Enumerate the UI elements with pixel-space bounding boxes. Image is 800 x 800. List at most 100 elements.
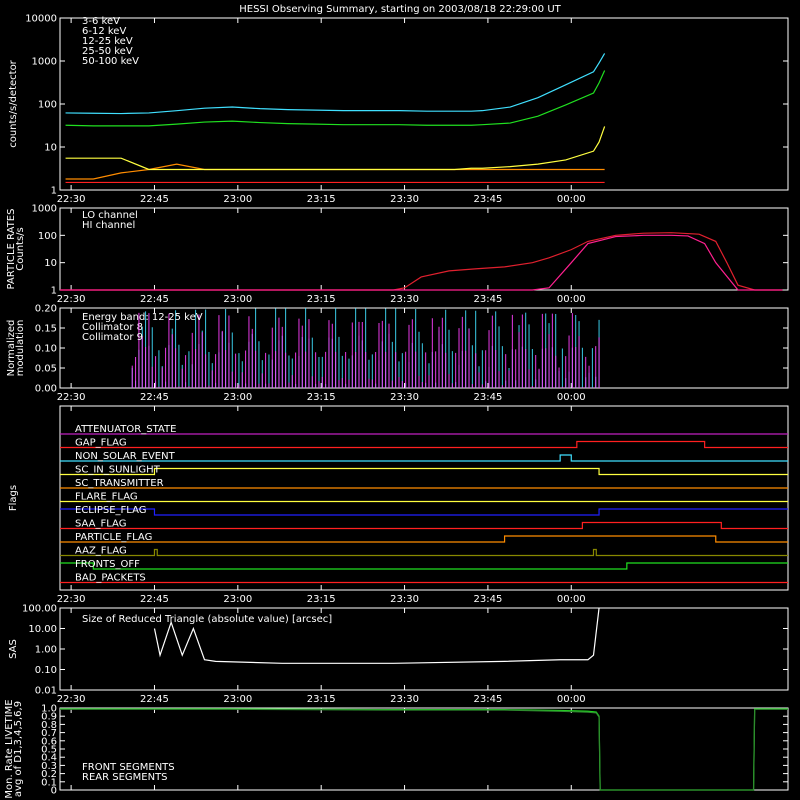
flag-sc-in-sunlight xyxy=(60,467,788,476)
counts-xtick-label: 23:30 xyxy=(390,194,419,205)
sas-xtick-label: 22:45 xyxy=(140,694,169,705)
flag-label-gap-flag: GAP_FLAG xyxy=(75,438,127,449)
flag-gap-flag xyxy=(60,440,788,449)
flag-label-eclipse-flag: ECLIPSE_FLAG xyxy=(75,505,146,516)
particle-xtick-label: 00:00 xyxy=(557,294,586,305)
flag-label-bad-packets: BAD_PACKETS xyxy=(75,573,146,584)
flag-label-fronts-off: FRONTS_OFF xyxy=(75,559,140,570)
modulation-ytick-label: 0.10 xyxy=(35,344,57,355)
flag-label-flare-flag: FLARE_FLAG xyxy=(75,492,138,503)
particle-frame xyxy=(59,207,789,291)
sas-ylabel: SAS xyxy=(8,639,19,659)
flags-ylabel: Flags xyxy=(8,485,19,511)
counts-ytick-label: 10000 xyxy=(25,14,57,25)
modulation-xtick-label: 00:00 xyxy=(557,392,586,403)
flag-label-non-solar-event: NON_SOLAR_EVENT xyxy=(75,451,176,462)
flag-fronts-off xyxy=(60,562,788,570)
flags-xtick-label: 23:15 xyxy=(307,594,336,605)
panel-counts: 11010010001000022:30 22:45 23:00 23:15 23:30… xyxy=(8,14,789,205)
sas-xtick-label: 23:15 xyxy=(307,694,336,705)
flags-xtick-label: 23:30 xyxy=(390,594,419,605)
legend-REAR-SEGMENTS: REAR SEGMENTS xyxy=(82,772,168,783)
livetime-ylabel: avg of D1,3,4,5,6,9 xyxy=(13,701,24,797)
series-25-50-keV xyxy=(65,70,606,127)
counts-xtick-label: 22:45 xyxy=(140,194,169,205)
particle-xtick-label: 23:00 xyxy=(223,294,252,305)
flag-saa-flag xyxy=(60,521,788,530)
counts-ylabel: counts/s/detector xyxy=(8,59,19,147)
particle-ytick-label: 1000 xyxy=(32,204,57,215)
series-50-100-keV xyxy=(65,53,606,115)
sas-ytick-label: 10.00 xyxy=(28,624,57,635)
flag-label-saa-flag: SAA_FLAG xyxy=(75,519,126,530)
modulation-ytick-label: 0.15 xyxy=(35,324,57,335)
counts-frame xyxy=(59,17,789,191)
series-12-25-keV xyxy=(65,126,606,171)
flag-label-particle-flag: PARTICLE_FLAG xyxy=(75,532,152,543)
figure-title: HESSI Observing Summary, starting on 200… xyxy=(239,4,561,15)
flags-xtick-label: 23:45 xyxy=(473,594,502,605)
counts-xtick-label: 23:45 xyxy=(473,194,502,205)
sas-annotation: Size of Reduced Triangle (absolute value… xyxy=(82,614,332,625)
flag-particle-flag xyxy=(60,535,788,543)
counts-xtick-label: 22:30 xyxy=(57,194,86,205)
panel-particle: 110100100022:30 22:45 23:00 23:15 23:30 23:45… xyxy=(6,204,789,305)
modulation-xtick-label: 23:45 xyxy=(473,392,502,403)
series-6-12-keV xyxy=(65,163,605,180)
flags-xtick-label: 23:00 xyxy=(223,594,252,605)
legend-HI-channel: HI channel xyxy=(82,220,135,231)
sas-xtick-label: 22:30 xyxy=(57,694,86,705)
particle-xtick-label: 23:45 xyxy=(473,294,502,305)
particle-xtick-label: 23:30 xyxy=(390,294,419,305)
sas-xtick-label: 00:00 xyxy=(557,694,586,705)
sas-ytick-label: 0.01 xyxy=(35,686,57,697)
flags-xtick-label: 22:45 xyxy=(140,594,169,605)
counts-xtick-label: 23:15 xyxy=(307,194,336,205)
counts-ytick-label: 1000 xyxy=(32,57,57,68)
legend-50-100-keV: 50-100 keV xyxy=(82,56,139,67)
series-REAR-SEGMENTS xyxy=(60,708,788,791)
hessi-summary-figure: HESSI Observing Summary, starting on 200… xyxy=(4,4,789,799)
particle-xtick-label: 22:30 xyxy=(57,294,86,305)
particle-xtick-label: 22:45 xyxy=(140,294,169,305)
flags-xtick-label: 22:30 xyxy=(57,594,86,605)
sas-xtick-label: 23:00 xyxy=(223,694,252,705)
modulation-xtick-label: 23:00 xyxy=(223,392,252,403)
particle-ytick-label: 100 xyxy=(38,231,57,242)
series-HI-channel xyxy=(60,234,783,291)
flag-aaz-flag xyxy=(60,548,788,557)
particle-ylabel: Counts/s xyxy=(15,227,26,271)
series-LO-channel xyxy=(60,232,783,291)
modulation-xtick-label: 22:45 xyxy=(140,392,169,403)
energy-band-label: Energy band: 12-25 keV xyxy=(82,312,203,323)
modulation-ytick-label: 0.05 xyxy=(35,364,57,375)
flag-label-attenuator-state: ATTENUATOR_STATE xyxy=(75,424,176,435)
sas-ytick-label: 1.00 xyxy=(35,645,57,656)
flag-label-aaz-flag: AAZ_FLAG xyxy=(75,546,127,557)
particle-xtick-label: 23:15 xyxy=(307,294,336,305)
modulation-xtick-label: 23:15 xyxy=(307,392,336,403)
flag-eclipse-flag xyxy=(60,508,788,516)
series-FRONT-SEGMENTS xyxy=(60,708,788,791)
sas-ytick-label: 0.10 xyxy=(35,665,57,676)
modulation-ylabel: modulation xyxy=(15,320,26,377)
flag-label-sc-in-sunlight: SC_IN_SUNLIGHT xyxy=(75,465,161,476)
counts-xtick-label: 23:00 xyxy=(223,194,252,205)
counts-xtick-label: 00:00 xyxy=(557,194,586,205)
modulation-ytick-label: 0.00 xyxy=(35,384,57,395)
counts-ytick-label: 10 xyxy=(44,143,57,154)
panel-livetime: 00.10.20.30.40.50.60.70.80.91.0Mon. Rate… xyxy=(4,699,789,799)
sas-xtick-label: 23:30 xyxy=(390,694,419,705)
panel-modulation: 0.00 0.05 0.10 0.15 0.20 22:30 22:45 23:00 23:15… xyxy=(6,304,789,403)
modulation-xtick-label: 22:30 xyxy=(57,392,86,403)
livetime-ytick-label: 1.0 xyxy=(41,704,57,715)
sas-ytick-label: 100.00 xyxy=(22,604,57,615)
counts-ytick-label: 100 xyxy=(38,100,57,111)
modulation-xtick-label: 23:30 xyxy=(390,392,419,403)
sas-xtick-label: 23:45 xyxy=(473,694,502,705)
flag-label-sc-transmitter: SC_TRANSMITTER xyxy=(75,478,164,489)
legend-Collimator-9: Collimator 9 xyxy=(82,332,143,343)
livetime-frame xyxy=(59,707,789,791)
panel-sas: 0.01 0.10 1.00 10.00 100.00 22:30 22:45 23:00 23… xyxy=(8,604,789,705)
particle-ytick-label: 10 xyxy=(44,258,57,269)
